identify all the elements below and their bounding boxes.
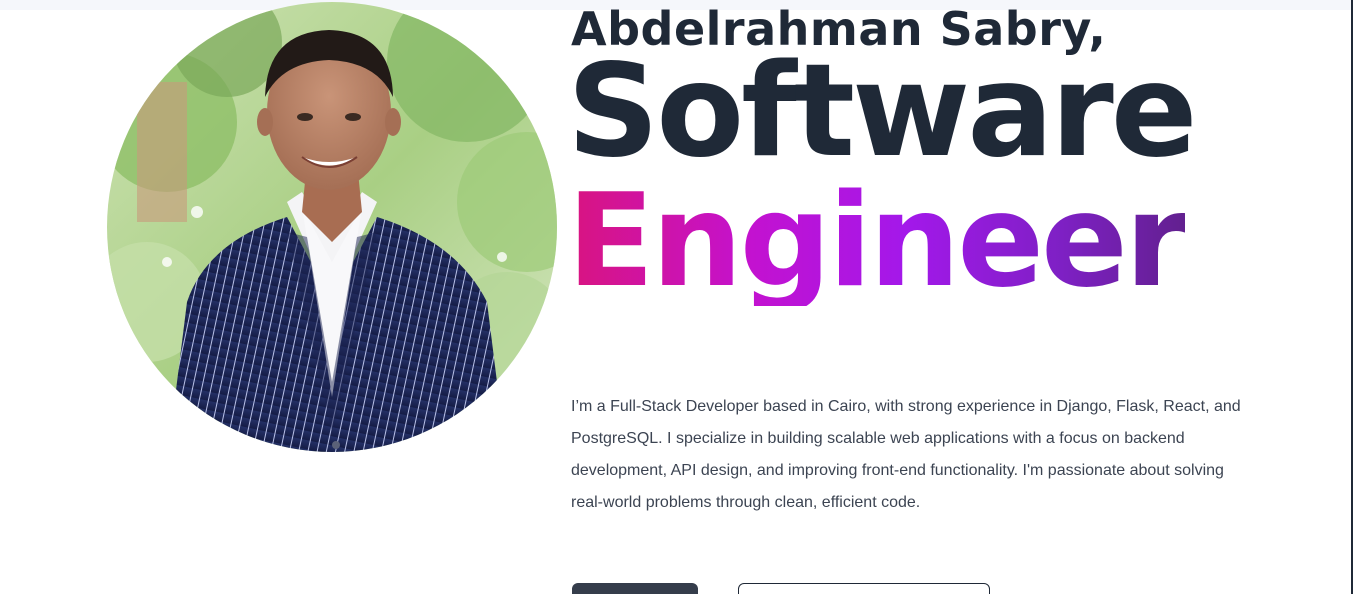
hero-title-software: Software: [567, 37, 1198, 186]
profile-photo-illustration: [107, 2, 557, 452]
secondary-cta-button[interactable]: [738, 583, 990, 594]
profile-photo: [107, 2, 557, 452]
page: Abdelrahman Sabry, Software Engineer I’m…: [0, 0, 1353, 594]
hero-title-engineer: Engineer: [567, 167, 1188, 316]
primary-cta-button[interactable]: [572, 583, 698, 594]
hero-bio: I’m a Full-Stack Developer based in Cair…: [571, 398, 1241, 511]
